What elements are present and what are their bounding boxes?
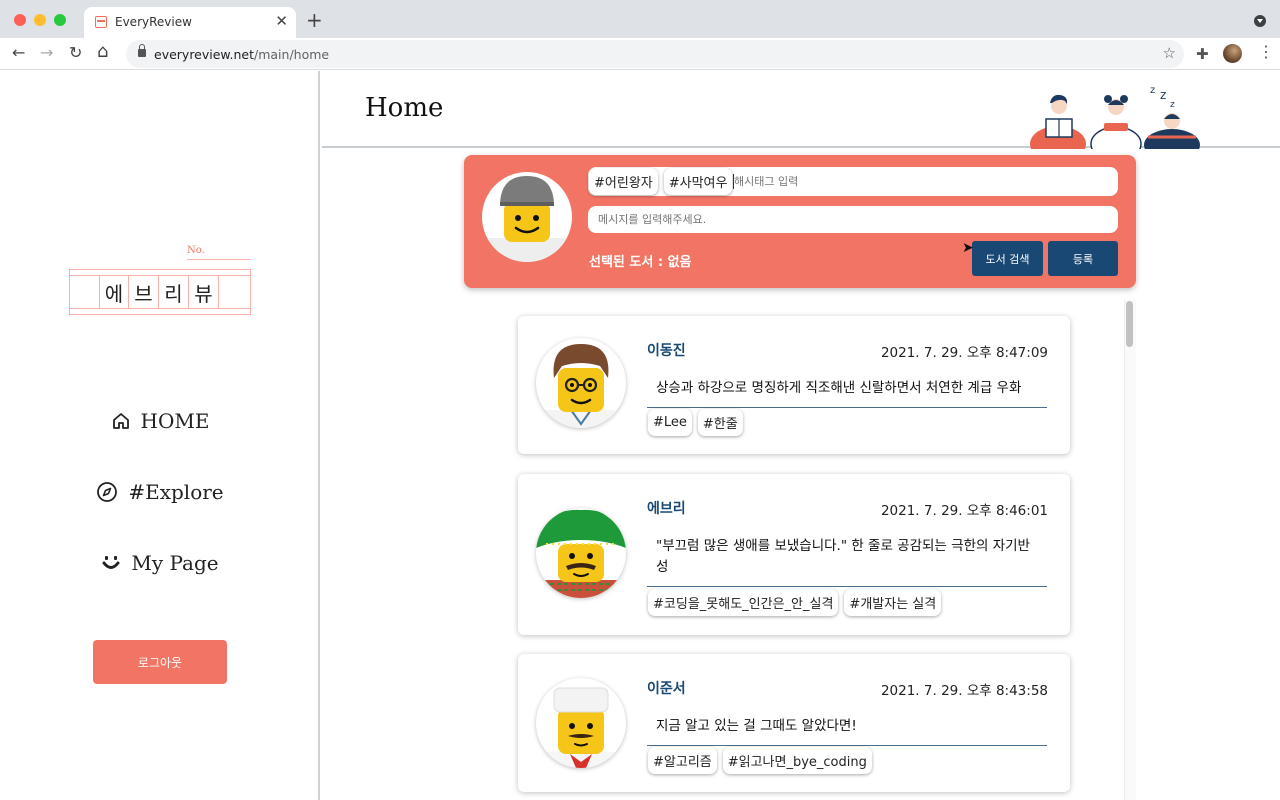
profile-avatar[interactable] xyxy=(1223,44,1242,63)
tab-title: EveryReview xyxy=(115,15,192,29)
post-card[interactable]: 이준서 2021. 7. 29. 오후 8:43:58 지금 알고 있는 걸 그… xyxy=(518,654,1070,792)
home-icon xyxy=(112,413,129,429)
logo-char: 브 xyxy=(129,275,159,309)
home-button[interactable]: ⌂ xyxy=(97,41,108,62)
composer-avatar xyxy=(482,172,572,262)
selected-book-text: 선택된 도서 : 없음 xyxy=(589,255,692,270)
hashtag-field[interactable]: #어린왕자 #사막여우 xyxy=(588,167,1118,196)
maximize-window-button[interactable] xyxy=(54,14,66,26)
post-author[interactable]: 이준서 xyxy=(647,678,686,698)
post-message: 상승과 하강으로 명징하게 직조해낸 신랄하면서 처연한 계급 우화 xyxy=(647,374,1047,408)
page-header: Home z z z xyxy=(322,71,1280,149)
extensions-icon[interactable]: ✚ xyxy=(1196,45,1209,63)
post-card[interactable]: 에브리 2021. 7. 29. 오후 8:46:01 "부끄럼 많은 생애를 … xyxy=(518,474,1070,635)
post-tag[interactable]: #알고리즘 xyxy=(648,747,717,774)
lego-avatar-icon xyxy=(544,344,618,428)
browser-tab[interactable]: EveryReview ✕ xyxy=(84,7,296,38)
post-avatar[interactable] xyxy=(536,338,626,428)
post-time: 2021. 7. 29. 오후 8:43:58 xyxy=(880,683,1048,699)
logo-char: 에 xyxy=(99,275,129,309)
smile-icon xyxy=(102,556,120,569)
nav-explore-label: #Explore xyxy=(128,480,224,504)
hashtag-chip[interactable]: #사막여우 xyxy=(663,168,733,195)
post-time: 2021. 7. 29. 오후 8:47:09 xyxy=(880,345,1048,361)
svg-text:z: z xyxy=(1150,85,1155,96)
svg-text:z: z xyxy=(1160,88,1166,102)
tab-search-icon[interactable] xyxy=(1254,15,1266,27)
url-text[interactable]: everyreview.net/main/home xyxy=(154,47,329,62)
tab-close-icon[interactable]: ✕ xyxy=(275,12,288,30)
calendar-icon xyxy=(95,16,107,28)
feed-scrollbar-thumb[interactable] xyxy=(1126,301,1133,347)
post-message: 지금 알고 있는 걸 그때도 알았다면! xyxy=(647,712,1047,746)
compass-icon xyxy=(97,482,118,502)
post-author[interactable]: 에브리 xyxy=(647,498,686,518)
logo-char: 리 xyxy=(159,275,189,309)
mouse-cursor-icon: ➤ xyxy=(962,240,974,256)
post-tag[interactable]: #읽고나면_bye_coding xyxy=(722,747,872,774)
new-tab-button[interactable]: + xyxy=(306,8,323,32)
nav-mypage-label: My Page xyxy=(131,551,219,575)
browser-menu-icon[interactable]: ⋮ xyxy=(1258,42,1274,61)
post-tag[interactable]: #Lee xyxy=(648,409,692,436)
logo-cells: 에 브 리 뷰 xyxy=(99,275,219,309)
lock-icon xyxy=(138,44,146,57)
post-tag[interactable]: #한줄 xyxy=(697,409,743,436)
message-field[interactable] xyxy=(588,206,1118,233)
sidebar: No. 에 브 리 뷰 HOME #Explore My Page 로그아웃 xyxy=(0,71,320,800)
hashtag-chip[interactable]: #어린왕자 xyxy=(589,168,658,195)
nav-home-label: HOME xyxy=(140,409,210,433)
minimize-window-button[interactable] xyxy=(34,14,46,26)
address-bar[interactable]: everyreview.net/main/home ☆ xyxy=(126,40,1184,68)
nav-explore[interactable]: #Explore xyxy=(0,480,320,504)
bookmark-star-icon[interactable]: ☆ xyxy=(1163,44,1176,62)
reload-button[interactable]: ↻ xyxy=(69,43,82,62)
people-reading-illustration: z z z xyxy=(1030,85,1200,149)
post-avatar[interactable] xyxy=(536,678,626,768)
nav-home[interactable]: HOME xyxy=(0,409,320,433)
post-message: "부끄럼 많은 생애를 보냈습니다." 한 줄로 공감되는 극한의 자기반성 xyxy=(647,532,1047,587)
page-title: Home xyxy=(365,93,444,123)
hashtag-input[interactable] xyxy=(734,172,1104,191)
feed-scrollbar-track[interactable] xyxy=(1124,300,1136,800)
nav-mypage[interactable]: My Page xyxy=(0,551,320,575)
lego-avatar-icon xyxy=(536,509,626,598)
post-time: 2021. 7. 29. 오후 8:46:01 xyxy=(880,503,1048,519)
submit-button[interactable]: 등록 xyxy=(1048,241,1118,276)
logo[interactable]: No. 에 브 리 뷰 xyxy=(69,243,251,315)
browser-tab-bar: EveryReview ✕ + xyxy=(0,0,1280,38)
lego-avatar-icon xyxy=(544,687,618,768)
post-tag[interactable]: #개발자는 실격 xyxy=(844,589,942,616)
post-tag[interactable]: #코딩을_못해도_인간은_안_실격 xyxy=(648,589,839,616)
book-search-button[interactable]: 도서 검색 xyxy=(972,241,1043,276)
logout-button[interactable]: 로그아웃 xyxy=(93,640,227,684)
lego-avatar-icon xyxy=(482,176,572,262)
logo-no: No. xyxy=(187,245,205,256)
message-input[interactable] xyxy=(598,210,1098,229)
svg-text:z: z xyxy=(1170,100,1175,110)
close-window-button[interactable] xyxy=(14,14,26,26)
post-composer: #어린왕자 #사막여우 선택된 도서 : 없음 도서 검색 등록 xyxy=(464,155,1136,288)
post-card[interactable]: 이동진 2021. 7. 29. 오후 8:47:09 상승과 하강으로 명징하… xyxy=(518,316,1070,454)
post-avatar[interactable] xyxy=(536,508,626,598)
post-author[interactable]: 이동진 xyxy=(647,340,686,360)
back-button[interactable]: ← xyxy=(12,43,25,62)
logo-underline xyxy=(187,259,251,260)
browser-toolbar: ← → ↻ ⌂ everyreview.net/main/home ☆ xyxy=(0,38,1280,70)
logo-char: 뷰 xyxy=(189,275,219,309)
forward-button[interactable]: → xyxy=(40,43,53,62)
